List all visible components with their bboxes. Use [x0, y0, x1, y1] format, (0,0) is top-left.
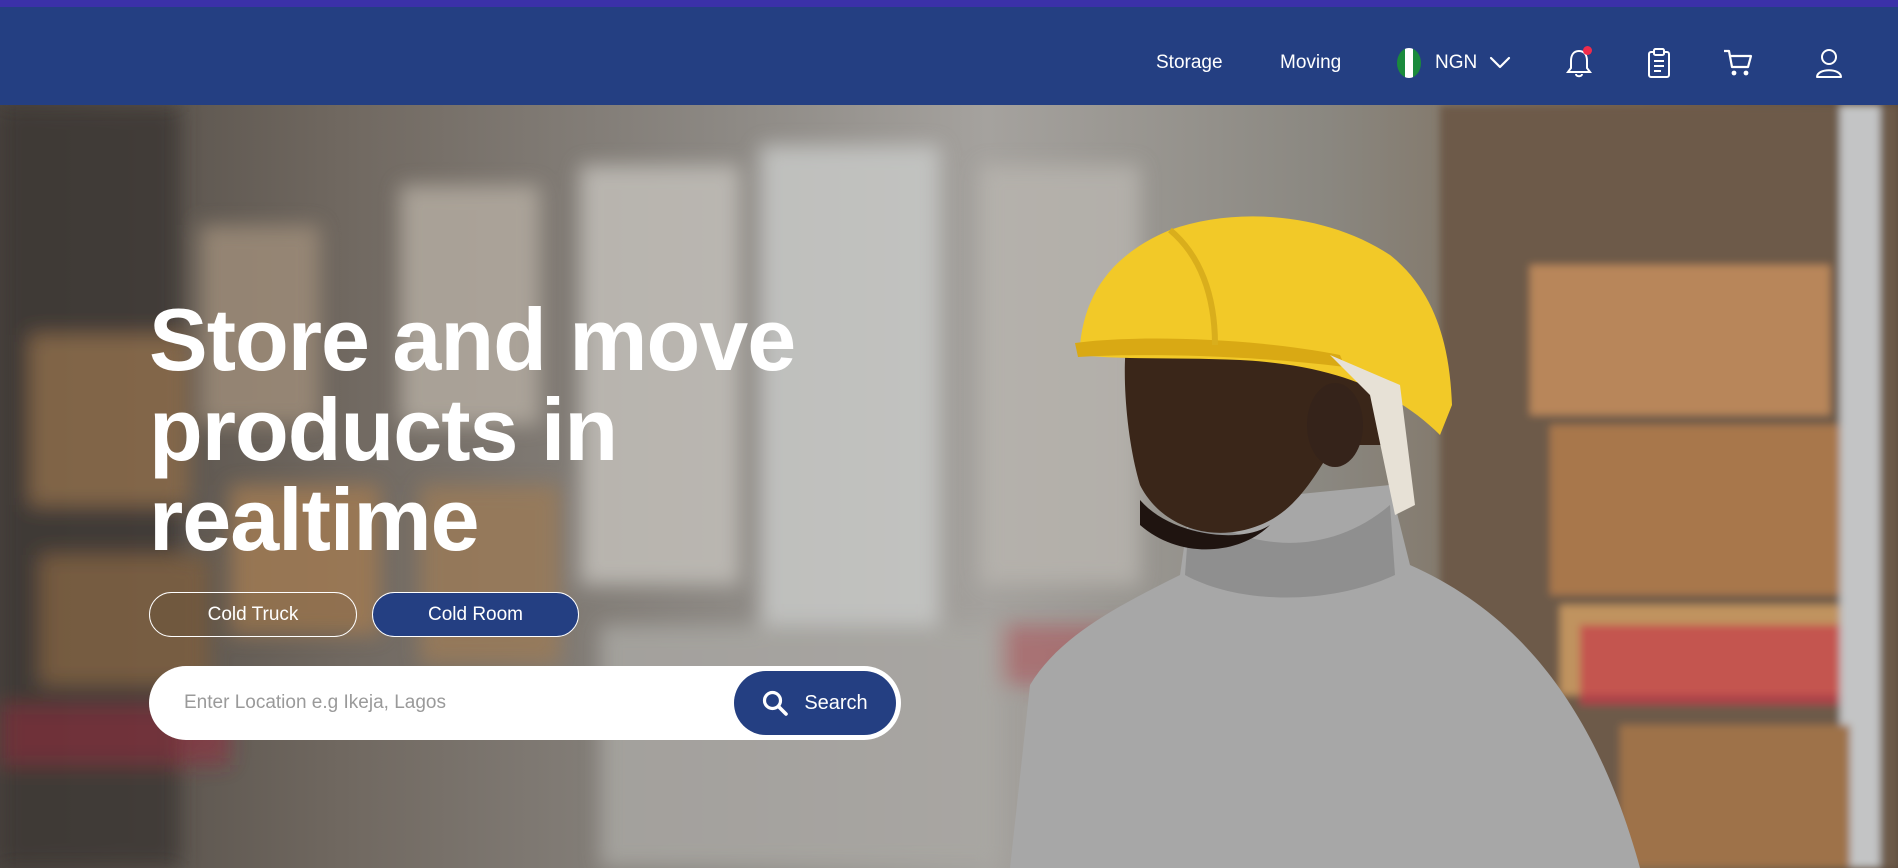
nav-link-moving[interactable]: Moving — [1280, 52, 1341, 74]
nav-link-storage[interactable]: Storage — [1156, 52, 1223, 74]
account-button[interactable] — [1812, 45, 1846, 81]
nigeria-flag-icon — [1397, 48, 1421, 78]
hero-title-line: realtime — [149, 470, 480, 569]
clipboard-icon — [1648, 48, 1670, 78]
notification-dot — [1583, 46, 1592, 55]
cold-room-toggle[interactable]: Cold Room — [372, 592, 579, 637]
hero-title-line: products in — [149, 380, 618, 479]
search-button[interactable]: Search — [734, 671, 896, 735]
hero-title: Store and move products in realtime — [149, 295, 909, 565]
cart-icon — [1724, 49, 1753, 76]
hero-title-line: Store and move — [149, 290, 796, 389]
location-search-input[interactable] — [184, 686, 704, 720]
notifications-button[interactable] — [1562, 45, 1596, 81]
search-icon — [763, 690, 789, 716]
hero-section: Store and move products in realtime — [0, 105, 1898, 868]
chevron-down-icon — [1490, 56, 1511, 69]
currency-selector[interactable]: NGN — [1397, 47, 1511, 79]
navbar: Storage Moving NGN — [0, 7, 1898, 105]
cold-truck-toggle[interactable]: Cold Truck — [149, 592, 357, 637]
location-search-bar: Search — [149, 666, 901, 740]
search-button-label: Search — [804, 691, 868, 714]
currency-code: NGN — [1435, 52, 1478, 73]
cart-button[interactable] — [1721, 45, 1755, 81]
top-accent-strip — [0, 0, 1898, 7]
user-icon — [1816, 49, 1842, 78]
orders-button[interactable] — [1642, 45, 1676, 81]
